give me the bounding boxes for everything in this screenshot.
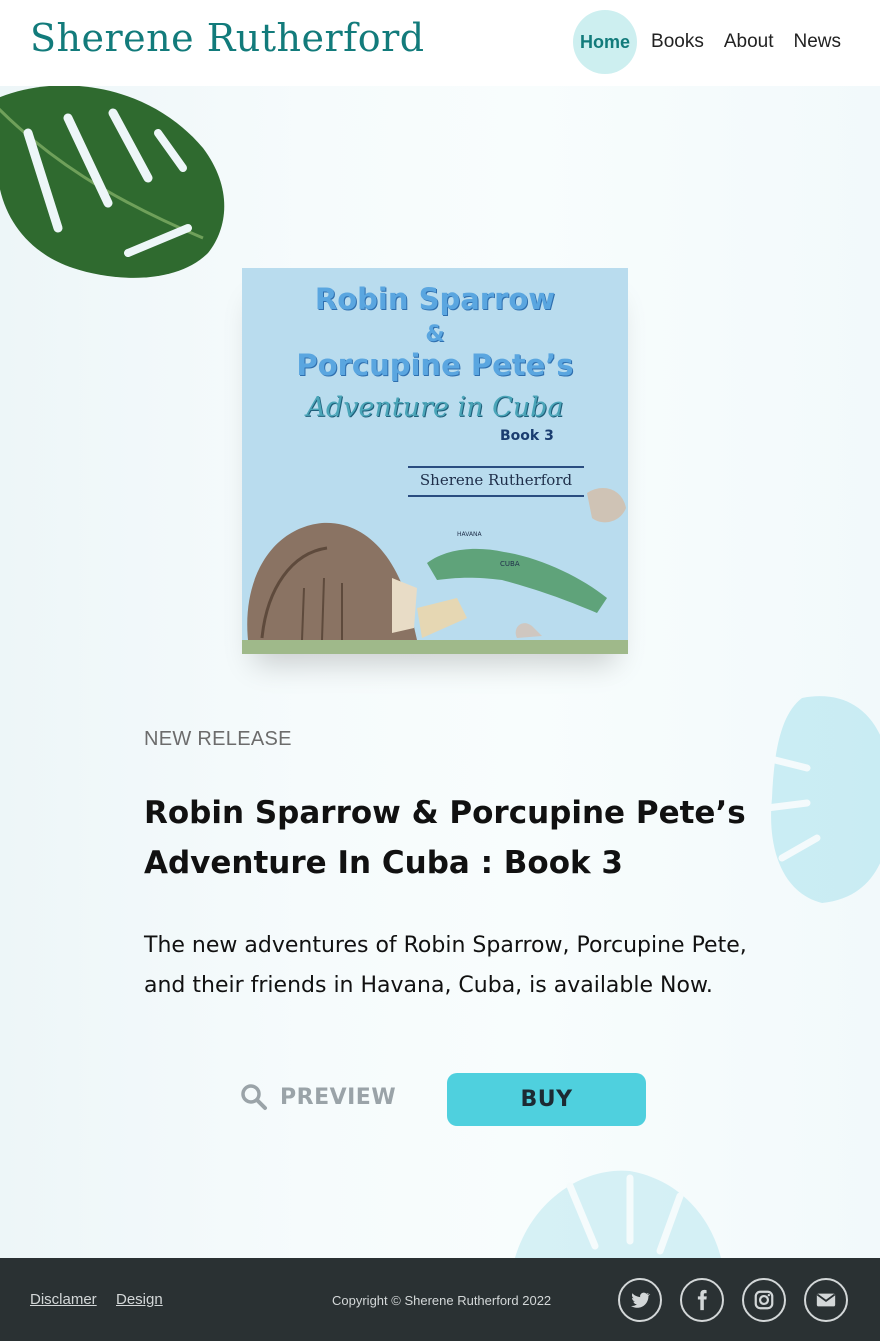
footer-link-design[interactable]: Design: [116, 1291, 163, 1308]
facebook-icon[interactable]: [680, 1278, 724, 1322]
footer-link-disclaimer[interactable]: Disclamer: [30, 1291, 97, 1308]
nav-item-news[interactable]: News: [793, 31, 841, 53]
main-nav: Home Books About News: [573, 10, 841, 74]
cover-title-line1: Robin Sparrow: [314, 282, 556, 316]
preview-button[interactable]: PREVIEW: [240, 1076, 396, 1118]
monstera-leaf-decoration: [763, 696, 880, 903]
site-title[interactable]: Sherene Rutherford: [30, 16, 425, 60]
nav-item-about[interactable]: About: [724, 31, 774, 53]
monstera-leaf-decoration: [0, 86, 225, 278]
book-cover[interactable]: Robin Sparrow & Porcupine Pete’s Adventu…: [242, 268, 628, 654]
search-icon: [241, 1084, 267, 1110]
cover-subtitle: Adventure in Cuba: [306, 392, 564, 423]
book-description: The new adventures of Robin Sparrow, Por…: [144, 933, 747, 998]
cover-illustration: HAVANA CUBA: [242, 488, 628, 654]
email-icon[interactable]: [804, 1278, 848, 1322]
eyebrow-label: NEW RELEASE: [144, 728, 292, 750]
book-headline: Robin Sparrow & Porcupine Pete’s Adventu…: [144, 795, 746, 881]
site-header: Sherene Rutherford Home Books About News: [0, 0, 880, 86]
preview-label: PREVIEW: [280, 1084, 397, 1110]
instagram-icon[interactable]: [742, 1278, 786, 1322]
nav-item-home[interactable]: Home: [573, 10, 638, 74]
twitter-icon[interactable]: [618, 1278, 662, 1322]
site-footer: Disclamer Design Copyright © Sherene Rut…: [0, 1258, 880, 1341]
buy-button[interactable]: BUY: [447, 1073, 646, 1126]
cover-book-number: Book 3: [500, 428, 554, 444]
cover-title-ampersand: &: [425, 322, 445, 347]
svg-text:HAVANA: HAVANA: [457, 531, 483, 538]
cover-title-line2: Porcupine Pete’s: [296, 348, 574, 382]
copyright-text: Copyright © Sherene Rutherford 2022: [332, 1293, 552, 1308]
monstera-leaf-decoration: [515, 1170, 721, 1258]
nav-item-books[interactable]: Books: [651, 31, 704, 53]
svg-text:CUBA: CUBA: [500, 560, 520, 568]
hero-section: Robin Sparrow & Porcupine Pete’s Adventu…: [0, 86, 880, 1258]
